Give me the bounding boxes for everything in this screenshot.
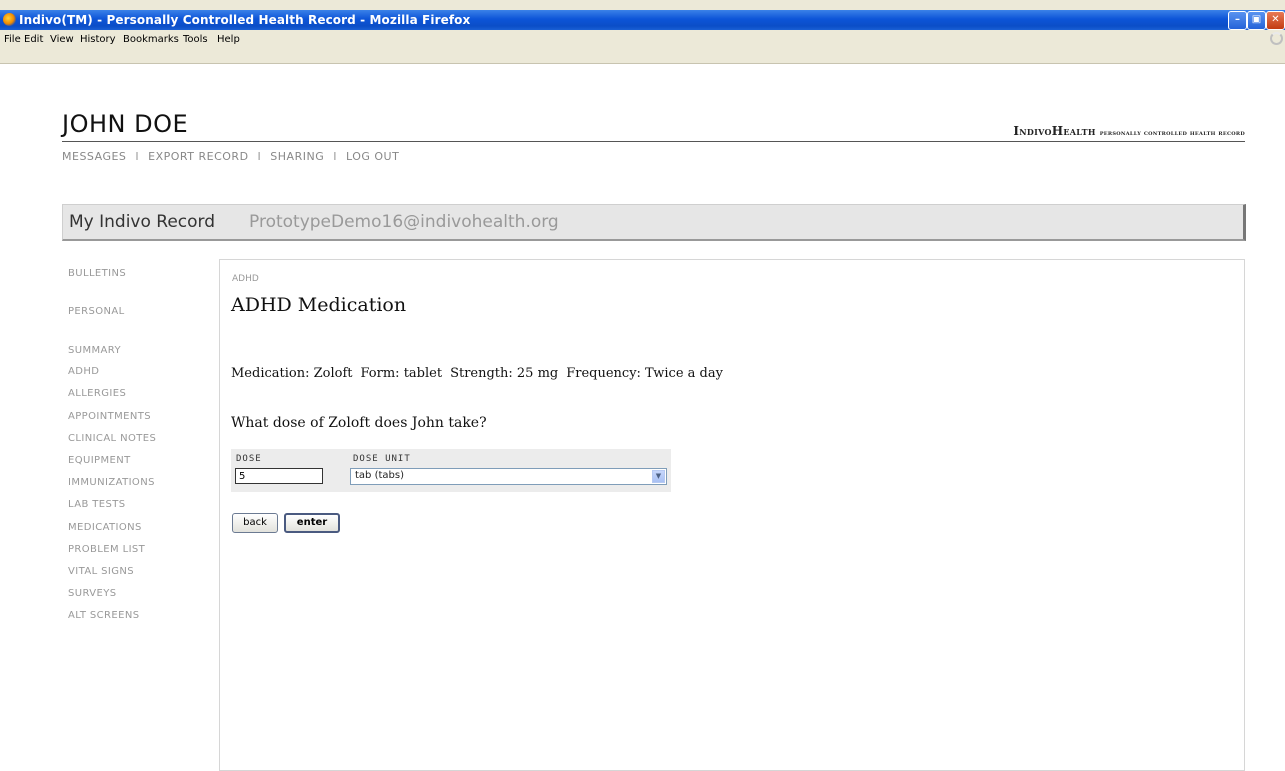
throbber-icon bbox=[1270, 32, 1283, 45]
enter-button[interactable]: enter bbox=[284, 513, 340, 533]
sidebar-item-lab-tests[interactable]: LAB TESTS bbox=[68, 499, 126, 510]
sidebar-item-adhd[interactable]: ADHD bbox=[68, 366, 99, 377]
sidebar-item-bulletins[interactable]: BULLETINS bbox=[68, 268, 126, 279]
dose-form: DOSE DOSE UNIT tab (tabs) ▼ bbox=[231, 449, 671, 492]
nav-sharing[interactable]: SHARING bbox=[270, 150, 324, 163]
header-divider bbox=[62, 141, 1245, 142]
medication-name: Medication: Zoloft bbox=[231, 366, 353, 381]
nav-log-out[interactable]: LOG OUT bbox=[346, 150, 399, 163]
menu-help[interactable]: Help bbox=[217, 34, 240, 45]
sidebar-item-medications[interactable]: MEDICATIONS bbox=[68, 522, 142, 533]
sidebar-item-surveys[interactable]: SURVEYS bbox=[68, 588, 116, 599]
nav-messages[interactable]: MESSAGES bbox=[62, 150, 126, 163]
record-label: My Indivo Record bbox=[69, 212, 216, 232]
brand-name: IndivoHealth bbox=[1013, 124, 1096, 138]
firefox-icon bbox=[3, 13, 16, 26]
brand-tagline: personally controlled health record bbox=[1099, 128, 1245, 137]
sidebar-item-problem-list[interactable]: PROBLEM LIST bbox=[68, 544, 145, 555]
menu-bookmarks[interactable]: Bookmarks bbox=[123, 34, 179, 45]
sidebar-item-immunizations[interactable]: IMMUNIZATIONS bbox=[68, 477, 155, 488]
nav-separator: I bbox=[135, 150, 140, 163]
sidebar-item-personal[interactable]: PERSONAL bbox=[68, 306, 125, 317]
menu-file[interactable]: File bbox=[4, 34, 21, 45]
nav-separator: I bbox=[333, 150, 337, 163]
window-titlebar[interactable]: Indivo(TM) - Personally Controlled Healt… bbox=[0, 10, 1285, 30]
breadcrumb[interactable]: ADHD bbox=[232, 274, 259, 284]
sidebar-item-clinical-notes[interactable]: CLINICAL NOTES bbox=[68, 433, 156, 444]
medication-summary: Medication: Zoloft Form: tablet Strength: … bbox=[231, 366, 723, 381]
sidebar-item-equipment[interactable]: EQUIPMENT bbox=[68, 455, 131, 466]
medication-strength: Strength: 25 mg bbox=[450, 366, 559, 381]
dose-unit-value: tab (tabs) bbox=[355, 470, 404, 481]
brand-logo: IndivoHealth personally controlled health… bbox=[1013, 124, 1245, 138]
top-strip bbox=[0, 0, 1285, 10]
top-nav: MESSAGES I EXPORT RECORD I SHARING I LOG OUT bbox=[62, 150, 399, 163]
menu-view[interactable]: View bbox=[50, 34, 74, 45]
dose-label: DOSE bbox=[236, 454, 262, 464]
patient-name: JOHN DOE bbox=[62, 110, 189, 138]
back-button[interactable]: back bbox=[232, 513, 278, 533]
chevron-down-icon[interactable]: ▼ bbox=[652, 470, 665, 483]
dose-unit-select[interactable]: tab (tabs) ▼ bbox=[350, 468, 667, 485]
sidebar-item-allergies[interactable]: ALLERGIES bbox=[68, 388, 126, 399]
menu-edit[interactable]: Edit bbox=[24, 34, 43, 45]
medication-form: Form: tablet bbox=[360, 366, 443, 381]
medication-frequency: Frequency: Twice a day bbox=[566, 366, 723, 381]
dose-unit-label: DOSE UNIT bbox=[353, 454, 411, 464]
sidebar-item-appointments[interactable]: APPOINTMENTS bbox=[68, 411, 151, 422]
page-title: ADHD Medication bbox=[231, 294, 407, 316]
record-bar: My Indivo Record PrototypeDemo16@indivoh… bbox=[62, 204, 1246, 241]
close-icon[interactable]: ✕ bbox=[1266, 11, 1285, 30]
dose-input[interactable] bbox=[235, 468, 323, 484]
nav-export-record[interactable]: EXPORT RECORD bbox=[148, 150, 248, 163]
record-email: PrototypeDemo16@indivohealth.org bbox=[249, 212, 559, 232]
window-title: Indivo(TM) - Personally Controlled Healt… bbox=[19, 13, 471, 27]
menu-history[interactable]: History bbox=[80, 34, 116, 45]
minimize-icon[interactable]: – bbox=[1228, 11, 1247, 30]
maximize-icon[interactable]: ▣ bbox=[1247, 11, 1266, 30]
sidebar-item-vital-signs[interactable]: VITAL SIGNS bbox=[68, 566, 134, 577]
content-panel: ADHD ADHD Medication Medication: Zoloft F… bbox=[219, 259, 1245, 771]
sidebar-item-alt-screens[interactable]: ALT SCREENS bbox=[68, 610, 139, 621]
sidebar-item-summary[interactable]: SUMMARY bbox=[68, 345, 121, 356]
nav-separator: I bbox=[257, 150, 262, 163]
menu-tools[interactable]: Tools bbox=[183, 34, 208, 45]
menu-bar: File Edit View History Bookmarks Tools H… bbox=[0, 30, 1285, 64]
dose-question: What dose of Zoloft does John take? bbox=[231, 415, 487, 431]
